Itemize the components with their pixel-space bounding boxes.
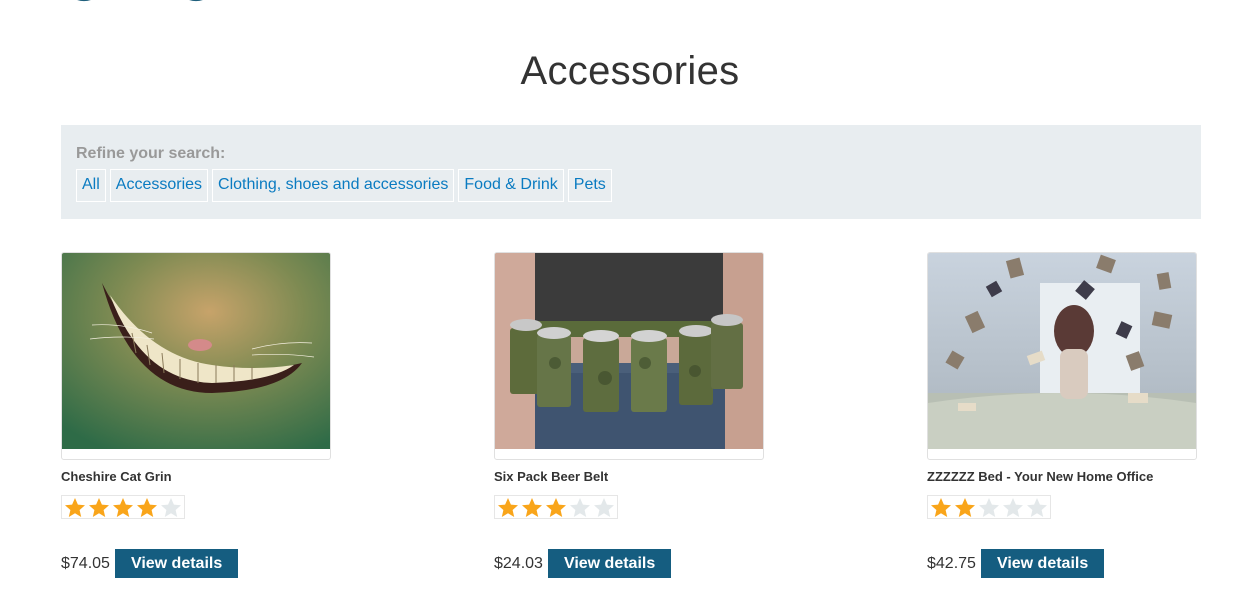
filter-panel: Refine your search: All Accessories Clot… [61,125,1201,219]
star-filled-icon [955,498,975,517]
product-price: $74.05 [61,554,110,572]
filter-link-accessories[interactable]: Accessories [109,169,209,202]
product-name[interactable]: Six Pack Beer Belt [494,469,774,487]
star-filled-icon [65,498,85,517]
star-filled-icon [89,498,109,517]
star-empty-icon [1003,498,1023,517]
cheshire-grin-image [62,253,330,449]
view-details-button[interactable]: View details [547,549,672,578]
star-rating [494,495,618,519]
product-image-frame [927,252,1197,460]
filter-link-pets[interactable]: Pets [567,169,612,202]
star-filled-icon [931,498,951,517]
filter-link-all[interactable]: All [76,169,106,202]
view-details-button[interactable]: View details [114,549,239,578]
product-card: Six Pack Beer Belt $24.03 View details [494,252,774,578]
filter-link-clothing[interactable]: Clothing, shoes and accessories [212,169,455,202]
star-empty-icon [979,498,999,517]
star-empty-icon [161,498,181,517]
star-rating [927,495,1051,519]
star-filled-icon [546,498,566,517]
star-filled-icon [522,498,542,517]
star-filled-icon [113,498,133,517]
bed-books-image [928,253,1196,449]
product-card: ZZZZZZ Bed - Your New Home Office $42.75… [927,252,1207,578]
filter-link-food-drink[interactable]: Food & Drink [458,169,564,202]
brand-logo-icon[interactable] [70,0,210,4]
product-name[interactable]: ZZZZZZ Bed - Your New Home Office [927,469,1207,487]
filter-links: All Accessories Clothing, shoes and acce… [76,169,1186,202]
beer-belt-image [495,253,763,449]
product-name[interactable]: Cheshire Cat Grin [61,469,341,487]
star-empty-icon [594,498,614,517]
product-image-frame [61,252,331,460]
product-card: Cheshire Cat Grin $74.05 View details [61,252,341,578]
star-filled-icon [137,498,157,517]
star-rating [61,495,185,519]
star-filled-icon [498,498,518,517]
product-price: $42.75 [927,554,976,572]
filter-label: Refine your search: [76,145,226,162]
star-empty-icon [570,498,590,517]
view-details-button[interactable]: View details [980,549,1105,578]
page-title: Accessories [520,49,740,93]
product-image-frame [494,252,764,460]
product-price: $24.03 [494,554,543,572]
star-empty-icon [1027,498,1047,517]
